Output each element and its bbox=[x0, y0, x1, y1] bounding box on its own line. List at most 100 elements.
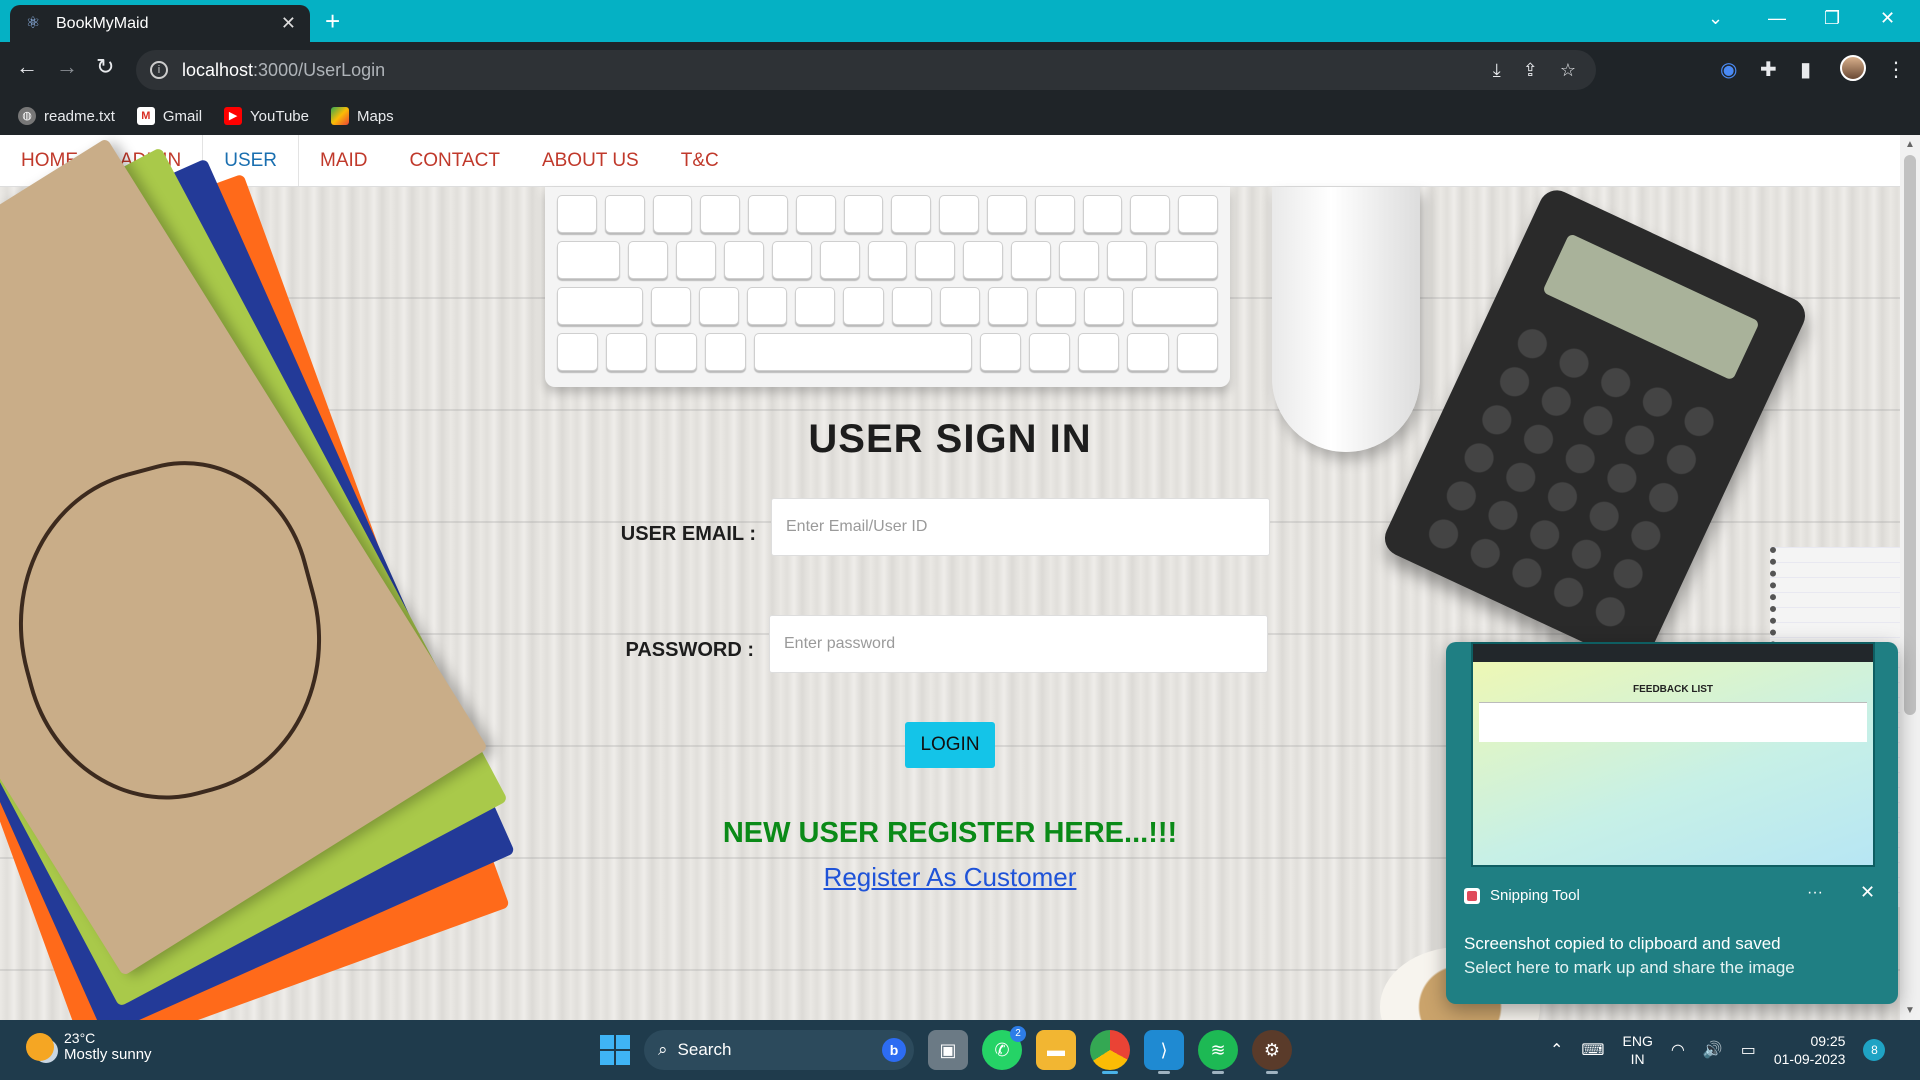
battery-icon[interactable]: ▭ bbox=[1741, 1040, 1756, 1060]
react-icon: ⚛ bbox=[25, 14, 41, 32]
system-tray: ⌃ ⌨ ENG IN ◠ 🔊 ▭ 09:25 01-09-2023 8 bbox=[1550, 1020, 1886, 1080]
maps-icon bbox=[331, 107, 349, 125]
restore-button[interactable]: ❐ bbox=[1824, 8, 1840, 29]
password-label: PASSWORD : bbox=[625, 639, 754, 661]
show-hidden-icons-icon[interactable]: ⌃ bbox=[1550, 1040, 1563, 1060]
file-explorer-icon[interactable]: ▬ bbox=[1036, 1030, 1076, 1070]
new-tab-button[interactable]: + bbox=[325, 6, 340, 36]
bookmark-label: Gmail bbox=[162, 107, 203, 125]
tab-search-icon[interactable]: ⌄ bbox=[1708, 8, 1723, 29]
share-icon[interactable]: ⇪ bbox=[1523, 60, 1538, 81]
url-path: :3000/UserLogin bbox=[253, 59, 386, 80]
scrollbar-thumb[interactable] bbox=[1904, 155, 1916, 715]
windows-start-icon[interactable] bbox=[600, 1035, 630, 1065]
nav-terms[interactable]: T&C bbox=[660, 135, 740, 186]
extension-icon[interactable]: ◉ bbox=[1720, 57, 1737, 82]
clock[interactable]: 09:25 01-09-2023 bbox=[1774, 1032, 1846, 1068]
bing-icon[interactable]: b bbox=[882, 1038, 906, 1062]
email-label: USER EMAIL : bbox=[620, 523, 756, 545]
browser-toolbar: ← → ↻ i localhost:3000/UserLogin ⤓ ⇪ ☆ ◉… bbox=[0, 42, 1920, 97]
mouse-decoration bbox=[1272, 187, 1420, 452]
browser-tab-bar: ⚛ BookMyMaid ✕ + ⌄ — ❐ ✕ bbox=[0, 0, 1920, 42]
chrome-icon[interactable] bbox=[1090, 1030, 1130, 1074]
close-window-button[interactable]: ✕ bbox=[1880, 8, 1895, 29]
page-title: USER SIGN IN bbox=[808, 417, 1092, 461]
taskbar-search[interactable]: ⌕ Search b bbox=[644, 1030, 914, 1070]
task-view-icon[interactable]: ▣ bbox=[928, 1030, 968, 1070]
clock-date: 01-09-2023 bbox=[1773, 1051, 1846, 1067]
forward-button[interactable]: → bbox=[56, 54, 78, 80]
url-host: localhost bbox=[182, 59, 254, 80]
notification-count[interactable]: 8 bbox=[1863, 1039, 1886, 1061]
back-button[interactable]: ← bbox=[16, 54, 38, 80]
weather-widget[interactable]: 23°C Mostly sunny bbox=[26, 1030, 152, 1063]
screenshot-preview[interactable]: FEEDBACK LIST bbox=[1471, 642, 1875, 867]
lang-region: IN bbox=[1630, 1051, 1645, 1067]
youtube-icon: ▶ bbox=[224, 107, 243, 125]
nav-contact[interactable]: CONTACT bbox=[389, 135, 521, 186]
login-button[interactable]: LOGIN bbox=[905, 722, 995, 768]
temperature: 23°C bbox=[64, 1030, 96, 1046]
menu-kebab-icon[interactable]: ⋮ bbox=[1886, 57, 1906, 82]
page-scrollbar[interactable]: ▲ ▼ bbox=[1900, 135, 1920, 1020]
bookmarks-bar: ◍ readme.txt M Gmail ▶ YouTube Maps bbox=[0, 97, 1920, 135]
bookmark-label: Maps bbox=[357, 107, 394, 125]
language-indicator[interactable]: ENG IN bbox=[1623, 1032, 1653, 1068]
side-panel-icon[interactable]: ▮ bbox=[1800, 57, 1811, 82]
toast-close-button[interactable]: ✕ bbox=[1860, 882, 1875, 903]
preview-table bbox=[1479, 702, 1867, 742]
close-tab-icon[interactable]: ✕ bbox=[281, 13, 296, 34]
whatsapp-badge: 2 bbox=[1010, 1026, 1026, 1042]
weather-sunny-icon bbox=[26, 1032, 54, 1061]
keyboard-decoration bbox=[545, 187, 1230, 387]
extensions-puzzle-icon[interactable]: ✚ bbox=[1760, 57, 1777, 82]
address-bar[interactable]: i localhost:3000/UserLogin ⤓ ⇪ ☆ bbox=[136, 50, 1596, 90]
weather-condition: Mostly sunny bbox=[64, 1046, 152, 1063]
nav-about-us[interactable]: ABOUT US bbox=[521, 135, 660, 186]
wifi-icon[interactable]: ◠ bbox=[1671, 1040, 1685, 1060]
lang-code: ENG bbox=[1622, 1033, 1653, 1049]
site-info-icon[interactable]: i bbox=[150, 61, 168, 79]
search-icon: ⌕ bbox=[658, 1040, 668, 1059]
snipping-tool-notification[interactable]: FEEDBACK LIST Snipping Tool ··· ✕ Screen… bbox=[1446, 642, 1898, 1004]
install-app-icon[interactable]: ⤓ bbox=[1493, 60, 1501, 81]
tab-title: BookMyMaid bbox=[56, 14, 149, 32]
scroll-down-icon[interactable]: ▼ bbox=[1905, 1005, 1915, 1016]
bookmark-maps[interactable]: Maps bbox=[331, 107, 394, 125]
email-field[interactable] bbox=[771, 498, 1270, 556]
vscode-icon[interactable]: ⟩ bbox=[1144, 1030, 1184, 1074]
whatsapp-icon[interactable]: ✆ 2 bbox=[982, 1026, 1026, 1070]
toast-message-body: Select here to mark up and share the ima… bbox=[1464, 958, 1795, 977]
search-label: Search bbox=[677, 1040, 732, 1059]
password-field[interactable] bbox=[769, 615, 1268, 673]
preview-title: FEEDBACK LIST bbox=[1633, 684, 1713, 695]
bookmark-star-icon[interactable]: ☆ bbox=[1560, 60, 1576, 81]
bookmark-label: readme.txt bbox=[44, 107, 115, 125]
bookmark-gmail[interactable]: M Gmail bbox=[136, 107, 203, 125]
snipping-tool-icon bbox=[1464, 887, 1480, 904]
site-navbar: HOME ADMIN USER MAID CONTACT ABOUT US T&… bbox=[0, 135, 1900, 187]
nav-maid[interactable]: MAID bbox=[299, 135, 389, 186]
gmail-icon: M bbox=[136, 107, 155, 125]
bookmark-readme[interactable]: ◍ readme.txt bbox=[18, 107, 115, 125]
toast-app: Snipping Tool bbox=[1464, 887, 1580, 904]
keyboard-icon[interactable]: ⌨ bbox=[1581, 1040, 1604, 1060]
globe-icon: ◍ bbox=[18, 107, 36, 125]
volume-icon[interactable]: 🔊 bbox=[1703, 1040, 1723, 1060]
reload-button[interactable]: ↻ bbox=[96, 54, 114, 80]
spotify-icon[interactable]: ≋ bbox=[1198, 1030, 1238, 1074]
toast-more-button[interactable]: ··· bbox=[1807, 884, 1823, 902]
toast-app-name: Snipping Tool bbox=[1490, 887, 1580, 904]
bookmark-youtube[interactable]: ▶ YouTube bbox=[224, 107, 309, 125]
taskbar-apps: ⌕ Search b ▣ ✆ 2 ▬ ⟩ ≋ ⚙ bbox=[600, 1026, 1292, 1074]
browser-tab[interactable]: ⚛ BookMyMaid ✕ bbox=[10, 5, 310, 42]
windows-taskbar: 23°C Mostly sunny ⌕ Search b ▣ ✆ 2 ▬ ⟩ ≋ … bbox=[0, 1020, 1920, 1080]
clock-time: 09:25 bbox=[1810, 1033, 1846, 1049]
bookmark-label: YouTube bbox=[250, 107, 309, 125]
minimize-button[interactable]: — bbox=[1768, 8, 1786, 29]
nav-user[interactable]: USER bbox=[202, 135, 300, 186]
profile-avatar[interactable] bbox=[1840, 55, 1866, 81]
scroll-up-icon[interactable]: ▲ bbox=[1905, 139, 1915, 150]
app-gear-icon[interactable]: ⚙ bbox=[1252, 1030, 1292, 1074]
toast-message-title: Screenshot copied to clipboard and saved bbox=[1464, 934, 1781, 953]
